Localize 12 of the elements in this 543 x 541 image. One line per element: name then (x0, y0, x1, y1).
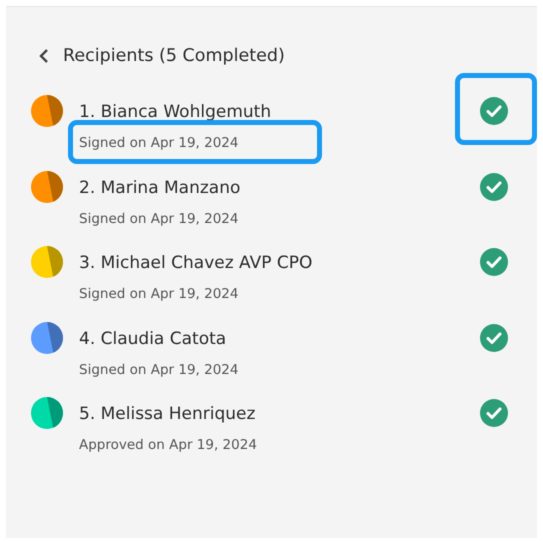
signed-date: Signed on Apr 19, 2024 (79, 286, 238, 302)
back-chevron-icon[interactable] (39, 48, 49, 64)
signed-date: Approved on Apr 19, 2024 (79, 437, 257, 453)
signed-date: Signed on Apr 19, 2024 (79, 210, 238, 226)
signed-date: Signed on Apr 19, 2024 (79, 135, 238, 151)
recipient-name: 5. Melissa Henriquez (79, 404, 256, 424)
recipient-name: 2. Marina Manzano (79, 178, 240, 198)
recipient-name: 3. Michael Chavez AVP CPO (79, 253, 312, 273)
recipient-name: 4. Claudia Catota (79, 328, 226, 348)
panel-title: Recipients (5 Completed) (63, 46, 285, 66)
signed-date: Signed on Apr 19, 2024 (79, 362, 238, 378)
recipient-name: 1. Bianca Wohlgemuth (79, 102, 272, 122)
